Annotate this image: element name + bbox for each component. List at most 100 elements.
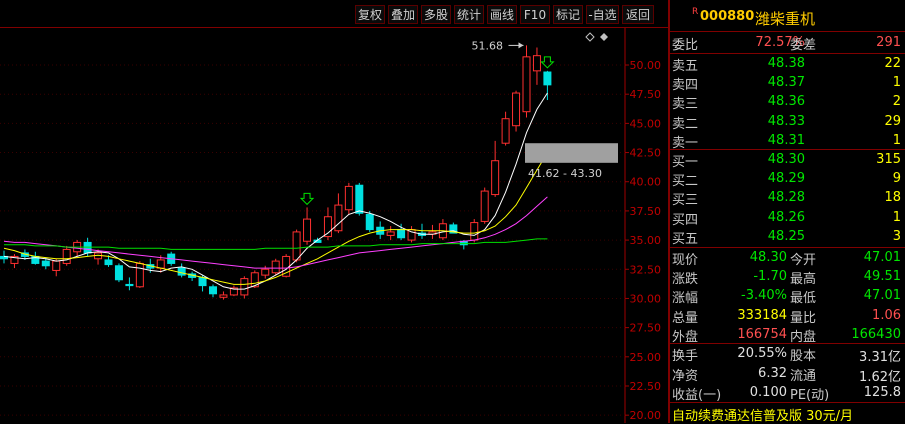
toolbar-button-8[interactable]: 返回	[622, 5, 654, 24]
candle-body	[501, 118, 510, 144]
bid-price: 48.26	[767, 209, 805, 225]
candle-body	[104, 259, 113, 266]
ask-volume: 22	[884, 56, 901, 71]
stat-row: 涨跌 -1.70 最高 49.51	[670, 267, 905, 288]
candle-body	[334, 204, 343, 232]
bid-row[interactable]: 买四 48.26 1	[670, 208, 905, 228]
y-tick-label: 25.00	[630, 351, 662, 364]
quote-panel: R 000880 潍柴重机 委比 72.57% 委差 291 卖五 48.38 22…	[670, 0, 905, 424]
y-tick-label: 32.50	[630, 263, 662, 276]
bid-label: 买五	[672, 231, 699, 247]
toolbar-button-1[interactable]: 叠加	[388, 5, 418, 24]
y-tick-label: 22.50	[630, 380, 662, 393]
candle-body	[491, 160, 500, 196]
bid-row[interactable]: 买三 48.28 18	[670, 188, 905, 208]
candle-body	[83, 241, 92, 254]
ask-price: 48.31	[767, 132, 805, 148]
ask-row[interactable]: 卖四 48.37 1	[670, 73, 905, 94]
fundamental-label: 净资	[672, 368, 699, 384]
ask-label: 卖一	[672, 135, 699, 151]
candle-body	[386, 231, 395, 236]
kline-chart[interactable]: 50.00 47.50 45.00 42.50 40.00 37.50 35.00 32.50…	[0, 28, 668, 423]
rzr-badge: R	[692, 7, 699, 17]
toolbar-button-3[interactable]: 统计	[454, 5, 484, 24]
ask-row[interactable]: 卖一 48.31 1	[670, 131, 905, 151]
ask-label: 卖三	[672, 97, 699, 113]
bid-price: 48.29	[767, 171, 805, 187]
candle-body	[344, 185, 353, 211]
ask-volume: 1	[892, 75, 901, 91]
bid-volume: 18	[884, 190, 901, 206]
candle-body	[512, 92, 521, 127]
bid-volume: 1	[892, 209, 901, 225]
weicha-label: 委差	[790, 38, 817, 53]
toolbar-button-4[interactable]: 画线	[487, 5, 517, 24]
stat-label: 最低	[790, 291, 817, 307]
chart-toolbar: 复权 叠加 多股 统计 画线 F10 标记 -自选 返回	[0, 0, 668, 28]
diamond-icon	[600, 33, 608, 41]
bid-price: 48.25	[767, 228, 805, 244]
ask-label: 卖四	[672, 78, 699, 94]
toolbar-button-5[interactable]: F10	[520, 5, 550, 24]
bid-row[interactable]: 买一 48.30 315	[670, 150, 905, 170]
candle-body	[62, 248, 71, 264]
stat-value: -1.70	[753, 269, 787, 285]
stat-value: 47.01	[863, 250, 901, 265]
high-arrowhead	[518, 42, 524, 49]
y-tick-label: 42.50	[630, 147, 662, 160]
toolbar-button-7[interactable]: -自选	[586, 5, 619, 24]
bid-volume: 9	[892, 171, 901, 187]
ask-row[interactable]: 卖五 48.38 22	[670, 54, 905, 74]
weibi-row: 委比 72.57% 委差 291	[670, 33, 905, 53]
stat-label: 总量	[672, 310, 699, 326]
candle-body	[240, 278, 249, 296]
weicha-value: 291	[876, 35, 901, 50]
divider-line	[670, 31, 905, 32]
toolbar-button-6[interactable]: 标记	[553, 5, 583, 24]
fundamental-row: 收益(一) 0.100 PE(动) 125.8	[670, 383, 905, 403]
bid-label: 买一	[672, 155, 699, 170]
candle-body	[355, 184, 364, 214]
bid-price: 48.28	[767, 190, 805, 206]
bid-volume: 3	[892, 228, 901, 244]
ask-row[interactable]: 卖二 48.33 29	[670, 112, 905, 132]
candle-body	[125, 283, 134, 287]
y-tick-label: 30.00	[630, 292, 662, 305]
fundamental-label: 换手	[672, 349, 699, 364]
ask-row[interactable]: 卖三 48.36 2	[670, 92, 905, 113]
stat-label: 内盘	[790, 329, 817, 345]
candle-body	[397, 229, 406, 239]
candle-body	[135, 262, 144, 288]
ask-price: 48.37	[767, 75, 805, 91]
stat-label: 最高	[790, 272, 817, 288]
high-label: 51.68	[472, 39, 504, 52]
toolbar-button-0[interactable]: 复权	[355, 5, 385, 24]
bid-price: 48.30	[767, 152, 805, 167]
subscription-banner[interactable]: 自动续费通达信普及版 30元/月	[670, 403, 905, 424]
candle-body	[219, 294, 228, 298]
y-tick-label: 45.00	[630, 117, 662, 130]
bid-row[interactable]: 买五 48.25 3	[670, 227, 905, 247]
candle-body	[292, 231, 301, 261]
stat-value: 47.01	[863, 288, 901, 304]
y-tick-label: 47.50	[630, 88, 662, 101]
stock-name: 潍柴重机	[755, 10, 816, 28]
ma-line-2	[3, 196, 548, 269]
toolbar-button-2[interactable]: 多股	[421, 5, 451, 24]
ask-price: 48.38	[767, 56, 805, 71]
stat-label: 现价	[672, 253, 699, 268]
stat-value: 1.06	[872, 307, 901, 323]
ask-volume: 1	[892, 132, 901, 148]
ask-label: 卖二	[672, 116, 699, 132]
down-arrow-icon	[540, 56, 555, 69]
candle-body	[41, 260, 50, 267]
candle-body	[114, 265, 123, 281]
stat-row: 涨幅 -3.40% 最低 47.01	[670, 286, 905, 307]
y-tick-label: 40.00	[630, 176, 662, 189]
candle-body	[209, 286, 217, 295]
fundamental-value: 3.31亿	[859, 350, 901, 365]
bid-row[interactable]: 买二 48.29 9	[670, 169, 905, 189]
y-tick-label: 35.00	[630, 234, 662, 247]
fundamental-value: 6.32	[758, 365, 787, 381]
down-arrow-icon	[299, 192, 315, 206]
